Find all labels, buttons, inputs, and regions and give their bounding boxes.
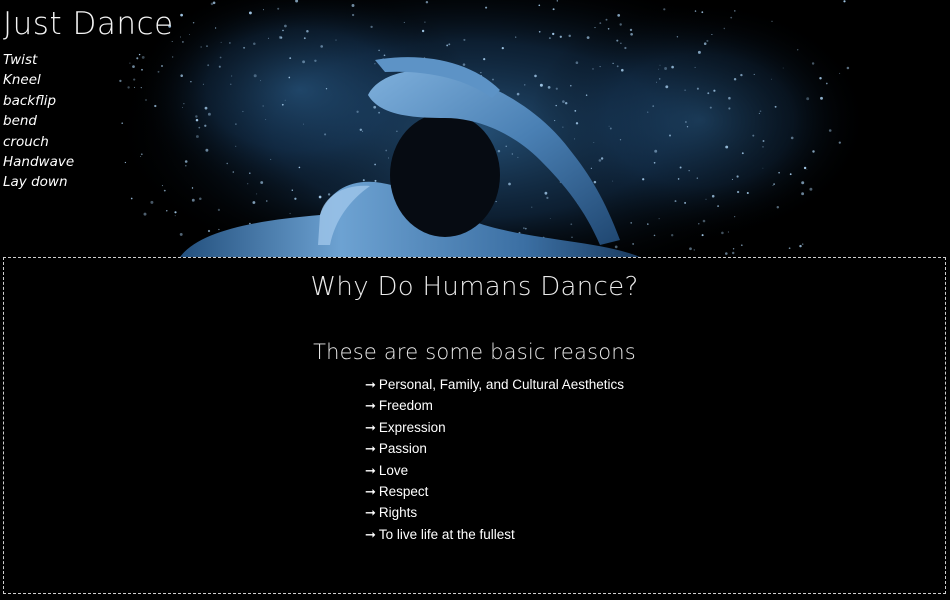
arrow-right-icon: ➞ [365, 485, 376, 501]
section-heading: Why Do Humans Dance? [310, 272, 639, 302]
reason-text: Respect [378, 484, 429, 500]
list-item: ➞ Personal, Family, and Cultural Aestheti… [365, 375, 624, 396]
arrow-right-icon: ➞ [365, 442, 376, 458]
reason-text: Expression [378, 419, 446, 435]
reasons-list: ➞ Personal, Family, and Cultural Aestheti… [365, 375, 624, 546]
hero-banner: Just Dance Twist Kneel backflip bend cro… [0, 0, 950, 257]
nav-item-backflip[interactable]: backflip [3, 91, 74, 111]
section-subheading: These are some basic reasons [313, 340, 636, 364]
arrow-right-icon: ➞ [365, 420, 376, 436]
list-item: ➞ To live life at the fullest [365, 525, 624, 546]
reason-text: Passion [378, 441, 427, 457]
reason-text: To live life at the fullest [378, 526, 515, 542]
arrow-right-icon: ➞ [365, 378, 376, 393]
nav-item-crouch[interactable]: crouch [3, 132, 74, 152]
arrow-right-icon: ➞ [365, 463, 376, 479]
list-item: ➞ Love [365, 461, 624, 482]
list-item: ➞ Respect [365, 482, 624, 503]
list-item: ➞ Freedom [365, 396, 624, 417]
list-item: ➞ Passion [365, 439, 624, 460]
reason-text: Rights [378, 505, 418, 521]
site-title: Just Dance [3, 6, 174, 42]
reason-text: Love [378, 462, 409, 478]
arrow-right-icon: ➞ [365, 399, 376, 415]
nav-item-handwave[interactable]: Handwave [3, 152, 74, 172]
list-item: ➞ Rights [365, 503, 624, 524]
arrow-right-icon: ➞ [365, 527, 376, 543]
reason-text: Personal, Family, and Cultural Aesthetic… [378, 377, 625, 392]
dance-moves-nav: Twist Kneel backflip bend crouch Handwav… [3, 50, 74, 193]
nav-item-lay-down[interactable]: Lay down [3, 172, 74, 192]
content-section: Why Do Humans Dance? These are some basi… [3, 257, 946, 594]
nav-item-twist[interactable]: Twist [3, 50, 74, 70]
nav-item-kneel[interactable]: Kneel [3, 70, 74, 90]
list-item: ➞ Expression [365, 418, 624, 439]
arrow-right-icon: ➞ [365, 506, 376, 522]
nav-item-bend[interactable]: bend [3, 111, 74, 131]
reason-text: Freedom [378, 398, 433, 414]
